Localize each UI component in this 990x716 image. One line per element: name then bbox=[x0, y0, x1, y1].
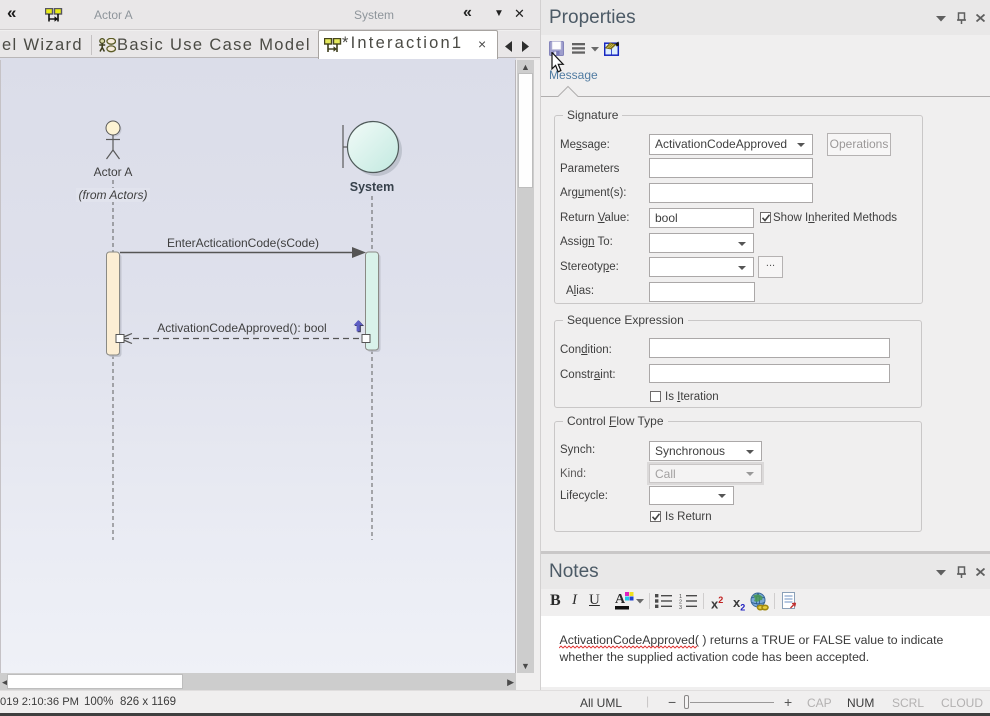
svg-text:Actor A: Actor A bbox=[94, 165, 133, 179]
svg-text:EnterActicationCode(sCode): EnterActicationCode(sCode) bbox=[167, 236, 319, 250]
svg-text:3: 3 bbox=[679, 605, 682, 609]
svg-text:(from Actors): (from Actors) bbox=[79, 188, 148, 202]
svg-text:ActivationCodeApproved(): bool: ActivationCodeApproved(): bool bbox=[157, 321, 326, 335]
svg-text:System: System bbox=[350, 180, 394, 194]
